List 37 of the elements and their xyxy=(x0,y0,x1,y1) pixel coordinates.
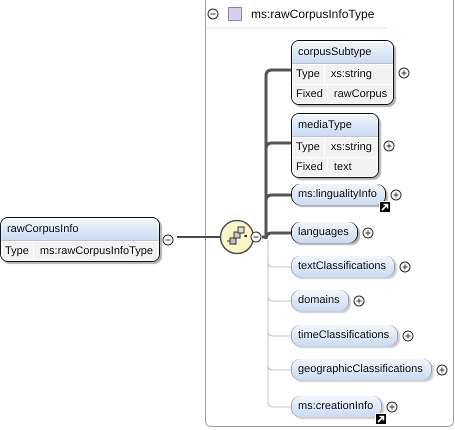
expand-icon[interactable] xyxy=(436,364,448,376)
collapse-icon[interactable] xyxy=(162,234,174,246)
collapse-icon[interactable] xyxy=(207,8,219,20)
property-label: Fixed xyxy=(292,158,328,177)
element-node[interactable]: timeClassifications xyxy=(291,325,398,346)
collapse-icon[interactable] xyxy=(250,231,262,243)
element-node[interactable]: mediaType Type xs:string Fixed text xyxy=(291,113,379,178)
element-node[interactable]: languages xyxy=(291,222,358,243)
element-node[interactable]: geographicClassifications xyxy=(291,359,432,380)
property-value: ms:rawCorpusInfoType xyxy=(38,244,154,259)
expand-icon[interactable] xyxy=(398,66,410,78)
element-node[interactable]: corpusSubtype Type xs:string Fixed rawCorpus xyxy=(291,40,394,105)
sequence-icon[interactable] xyxy=(219,219,255,255)
element-name: corpusSubtype xyxy=(292,41,394,64)
expand-icon[interactable] xyxy=(402,330,414,342)
element-node[interactable]: domains xyxy=(291,290,349,311)
element-name: rawCorpusInfo xyxy=(1,218,159,241)
root-element-node[interactable]: rawCorpusInfo Type ms:rawCorpusInfoType xyxy=(0,217,160,262)
property-label: Fixed xyxy=(292,85,328,104)
complex-type-icon xyxy=(228,7,242,21)
property-value: xs:string xyxy=(330,67,373,82)
expand-icon[interactable] xyxy=(362,226,374,238)
property-value: text xyxy=(332,160,353,175)
property-label: Type xyxy=(1,242,34,261)
expand-icon[interactable] xyxy=(382,140,395,152)
connector-line xyxy=(177,236,220,238)
element-name: mediaType xyxy=(292,114,378,137)
expand-icon[interactable] xyxy=(352,294,365,306)
element-node[interactable]: textClassifications xyxy=(291,256,396,277)
property-value: xs:string xyxy=(330,140,373,155)
property-value: rawCorpus xyxy=(332,87,388,102)
expand-icon[interactable] xyxy=(386,400,398,412)
element-node[interactable]: ms:creationInfo xyxy=(291,396,382,417)
element-node[interactable]: ms:lingualityInfo xyxy=(291,184,386,205)
expand-icon[interactable] xyxy=(399,260,412,272)
type-name: ms:rawCorpusInfoType xyxy=(251,7,374,21)
expand-icon[interactable] xyxy=(390,188,402,200)
